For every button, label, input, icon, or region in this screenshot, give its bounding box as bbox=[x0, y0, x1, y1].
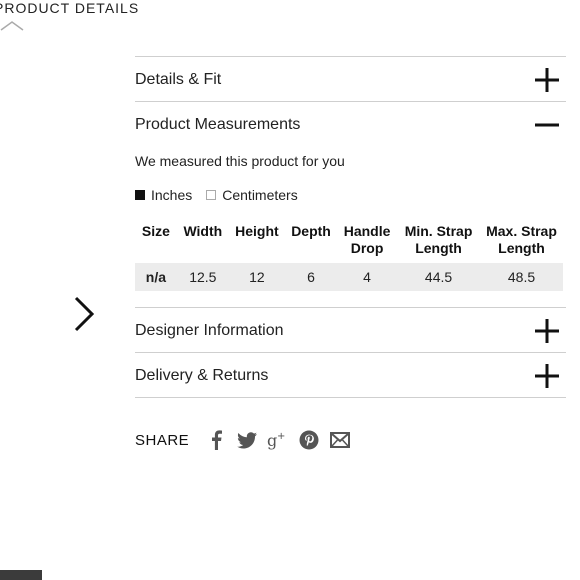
accordion-delivery-returns[interactable]: Delivery & Returns bbox=[135, 352, 566, 398]
measurement-note: We measured this product for you bbox=[135, 153, 345, 169]
column-header: Min. Strap Length bbox=[404, 223, 473, 256]
table-cell: 12 bbox=[228, 263, 285, 291]
accordion-header[interactable]: Product Measurements bbox=[135, 102, 566, 146]
google-plus-icon[interactable]: g + bbox=[267, 429, 289, 451]
column-header: Size bbox=[141, 223, 170, 239]
checkbox-checked[interactable] bbox=[135, 190, 145, 200]
accordion-label: Product Measurements bbox=[135, 116, 301, 133]
accordion-label: Details & Fit bbox=[135, 71, 222, 88]
table-header-row: Size Width Height Depth Handle Drop Min.… bbox=[135, 219, 563, 263]
table-row: n/a 12.5 12 6 4 44.5 48.5 bbox=[135, 263, 563, 291]
accordion-label: Delivery & Returns bbox=[135, 367, 269, 384]
share-label: SHARE bbox=[135, 431, 190, 449]
svg-text:+: + bbox=[277, 431, 285, 442]
chevron-up-icon[interactable] bbox=[0, 18, 24, 32]
minus-icon[interactable] bbox=[534, 112, 560, 138]
product-accordion: Details & Fit Product Measurements We me… bbox=[135, 56, 566, 398]
column-header: Max. Strap Length bbox=[486, 223, 557, 256]
table-cell: 12.5 bbox=[176, 263, 229, 291]
table-cell: n/a bbox=[135, 263, 177, 291]
accordion-designer-information[interactable]: Designer Information bbox=[135, 307, 566, 352]
table-cell: 44.5 bbox=[397, 263, 481, 291]
accordion-details-fit[interactable]: Details & Fit bbox=[135, 56, 566, 101]
table-cell: 48.5 bbox=[480, 263, 563, 291]
unit-label: Inches bbox=[151, 187, 193, 203]
plus-icon[interactable] bbox=[534, 318, 560, 344]
table-cell: 4 bbox=[337, 263, 398, 291]
share-bar: SHARE g + bbox=[135, 428, 360, 452]
facebook-icon[interactable] bbox=[205, 429, 227, 451]
twitter-icon[interactable] bbox=[236, 429, 258, 451]
section-title: PRODUCT DETAILS bbox=[0, 0, 140, 16]
plus-icon[interactable] bbox=[534, 363, 560, 389]
email-icon[interactable] bbox=[329, 429, 351, 451]
plus-icon[interactable] bbox=[534, 67, 560, 93]
column-header: Handle Drop bbox=[343, 223, 391, 256]
unit-label: Centimeters bbox=[222, 187, 298, 203]
column-header: Width bbox=[183, 223, 223, 239]
unit-selector: Inches Centimeters bbox=[135, 185, 566, 205]
thumbnail-edge bbox=[0, 570, 42, 580]
pinterest-icon[interactable] bbox=[298, 429, 320, 451]
measurements-table: Size Width Height Depth Handle Drop Min.… bbox=[135, 219, 563, 291]
column-header: Depth bbox=[291, 223, 331, 239]
checkbox-unchecked[interactable] bbox=[206, 190, 217, 200]
table-cell: 6 bbox=[284, 263, 338, 291]
svg-text:g: g bbox=[267, 431, 277, 450]
unit-option-centimeters[interactable]: Centimeters bbox=[206, 187, 298, 203]
chevron-right-icon[interactable] bbox=[70, 294, 98, 334]
unit-option-inches[interactable]: Inches bbox=[135, 187, 192, 203]
accordion-label: Designer Information bbox=[135, 322, 284, 339]
column-header: Height bbox=[235, 223, 279, 239]
accordion-product-measurements: Product Measurements We measured this pr… bbox=[135, 101, 566, 291]
